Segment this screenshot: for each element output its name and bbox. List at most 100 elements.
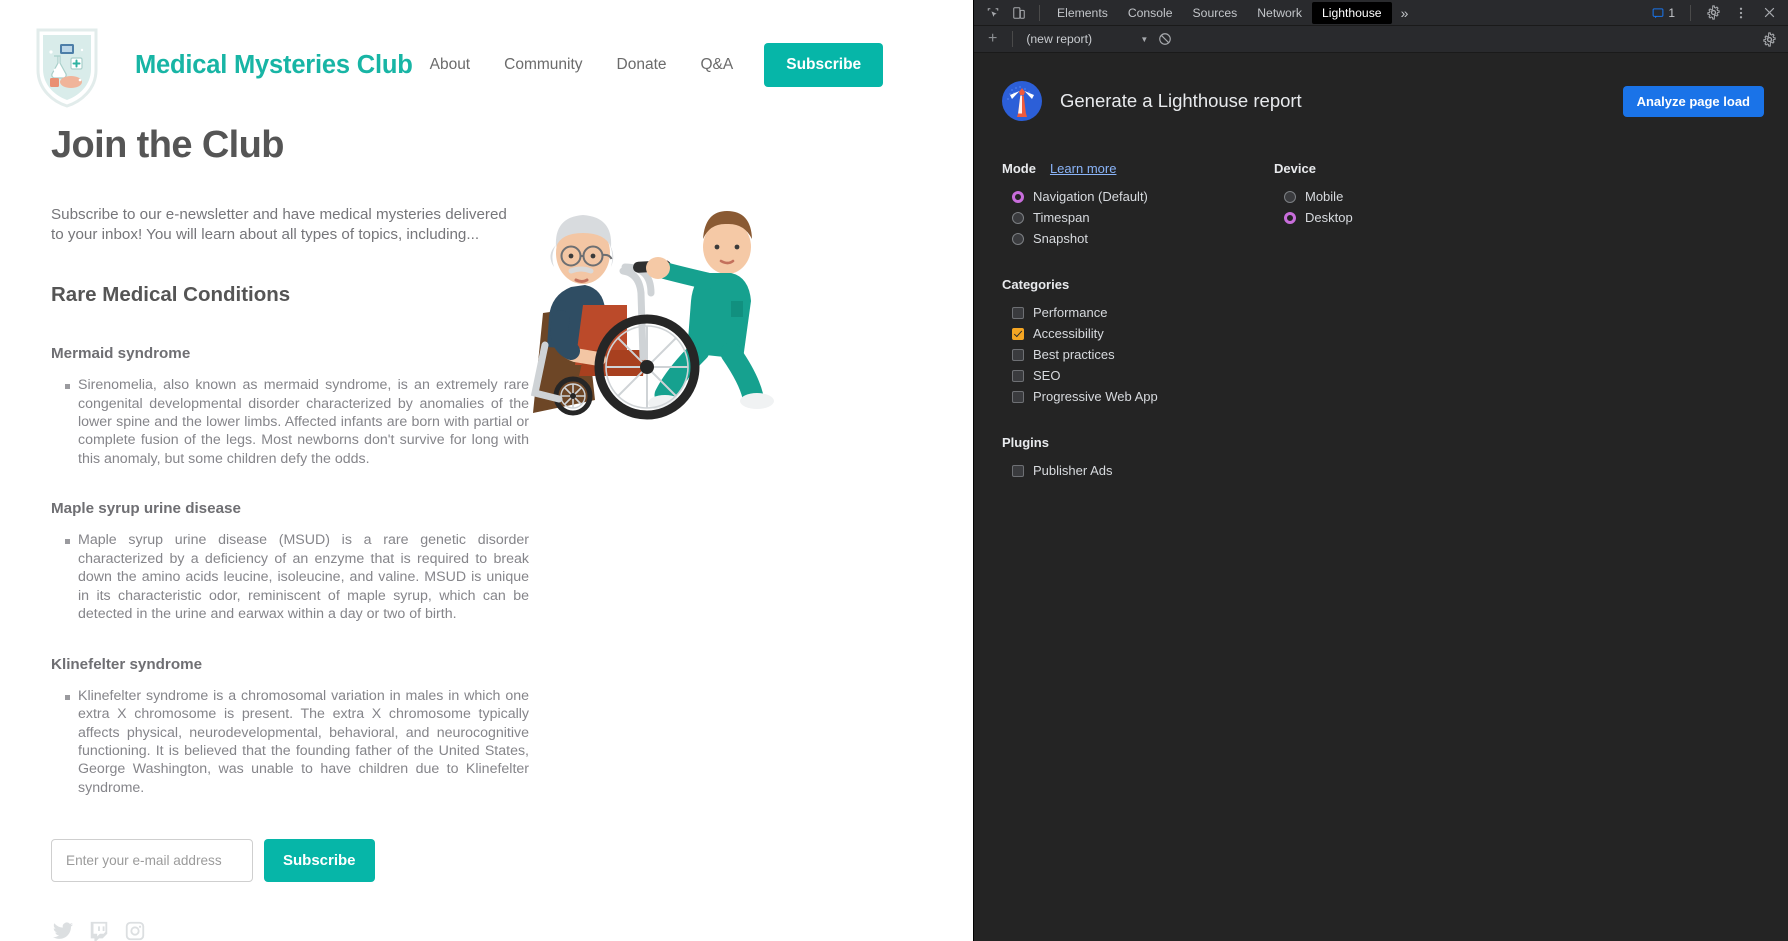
radio-snapshot-icon[interactable] — [1012, 232, 1024, 245]
categories-group: Categories Performance Accessibility Bes… — [1002, 277, 1274, 407]
category-option-performance-label: Performance — [1033, 305, 1108, 320]
lighthouse-title: Generate a Lighthouse report — [1060, 90, 1302, 111]
device-option-desktop-label: Desktop — [1305, 210, 1353, 225]
checkbox-best-practices-icon[interactable] — [1012, 348, 1024, 361]
plugins-group: Plugins Publisher Ads — [1002, 435, 1274, 481]
site-header: Medical Mysteries Club About Community D… — [0, 0, 973, 112]
radio-desktop-icon[interactable] — [1284, 211, 1296, 224]
mode-label-text: Mode — [1002, 161, 1036, 176]
web-page-viewport: Medical Mysteries Club About Community D… — [0, 0, 973, 941]
condition-title-mermaid: Mermaid syndrome — [51, 345, 191, 363]
plugin-option-publisher-ads-label: Publisher Ads — [1033, 463, 1113, 478]
inspect-element-icon[interactable] — [980, 1, 1006, 25]
category-option-best-practices[interactable]: Best practices — [1002, 344, 1274, 365]
condition-list-klinefelter: Klinefelter syndrome is a chromosomal va… — [51, 687, 540, 798]
tab-network[interactable]: Network — [1247, 2, 1312, 24]
mode-option-snapshot-label: Snapshot — [1033, 231, 1088, 246]
device-option-desktop[interactable]: Desktop — [1274, 207, 1514, 228]
category-option-seo-label: SEO — [1033, 368, 1061, 383]
checkbox-seo-icon[interactable] — [1012, 369, 1024, 382]
nav-subscribe-button[interactable]: Subscribe — [764, 43, 884, 87]
toolbar-divider-2 — [1690, 4, 1691, 21]
plugin-option-publisher-ads[interactable]: Publisher Ads — [1002, 460, 1274, 481]
device-option-mobile[interactable]: Mobile — [1274, 186, 1514, 207]
device-group-label: Device — [1274, 161, 1514, 176]
lighthouse-start-view: Generate a Lighthouse report Analyze pag… — [974, 53, 1788, 941]
email-input[interactable] — [51, 839, 253, 883]
list-item: Maple syrup urine disease (MSUD) is a ra… — [65, 531, 529, 623]
condition-list-msud: Maple syrup urine disease (MSUD) is a ra… — [51, 531, 540, 623]
lighthouse-subtoolbar: + (new report) ▼ — [974, 26, 1788, 53]
close-devtools-icon[interactable] — [1756, 1, 1782, 25]
twitter-icon[interactable] — [52, 920, 74, 941]
page-content: Join the Club Subscribe to our e-newslet… — [0, 112, 540, 941]
checkbox-accessibility-icon[interactable] — [1012, 327, 1024, 340]
analyze-page-load-button[interactable]: Analyze page load — [1622, 85, 1764, 117]
more-options-kebab-icon[interactable] — [1728, 1, 1754, 25]
form-subscribe-button[interactable]: Subscribe — [264, 839, 375, 883]
report-selector-label: (new report) — [1026, 32, 1093, 46]
nav-link-about[interactable]: About — [413, 56, 488, 74]
social-links — [52, 920, 540, 941]
page-title: Join the Club — [51, 124, 284, 166]
devtools-toolbar: Elements Console Sources Network Lightho… — [974, 0, 1788, 26]
nav-link-qa[interactable]: Q&A — [684, 56, 751, 74]
categories-group-label: Categories — [1002, 277, 1274, 292]
mode-option-navigation[interactable]: Navigation (Default) — [1002, 186, 1274, 207]
toolbar-right-group: 1 — [1648, 1, 1782, 25]
learn-more-link[interactable]: Learn more — [1050, 161, 1116, 176]
chevron-down-icon: ▼ — [1140, 34, 1149, 44]
tab-console[interactable]: Console — [1118, 2, 1183, 24]
lighthouse-header: Generate a Lighthouse report Analyze pag… — [974, 81, 1788, 121]
lighthouse-logo-icon — [1002, 81, 1042, 121]
radio-timespan-icon[interactable] — [1012, 211, 1024, 224]
brand-logo[interactable] — [30, 22, 104, 108]
mode-option-snapshot[interactable]: Snapshot — [1002, 228, 1274, 249]
mode-option-timespan[interactable]: Timespan — [1002, 207, 1274, 228]
category-option-pwa[interactable]: Progressive Web App — [1002, 386, 1274, 407]
medical-shield-logo-icon — [36, 28, 98, 108]
intro-paragraph: Subscribe to our e-newsletter and have m… — [51, 206, 507, 244]
more-tabs-icon[interactable]: » — [1392, 3, 1418, 23]
report-selector[interactable]: (new report) ▼ — [1020, 32, 1152, 46]
mode-option-navigation-label: Navigation (Default) — [1033, 189, 1148, 204]
subbar-divider — [1012, 31, 1014, 47]
condition-title-klinefelter: Klinefelter syndrome — [51, 655, 203, 673]
category-option-accessibility[interactable]: Accessibility — [1002, 323, 1274, 344]
checkbox-pwa-icon[interactable] — [1012, 390, 1024, 403]
clear-reports-icon[interactable] — [1152, 27, 1178, 51]
nav-link-community[interactable]: Community — [487, 56, 599, 74]
settings-gear-icon[interactable] — [1700, 1, 1726, 25]
tab-elements[interactable]: Elements — [1047, 2, 1118, 24]
lighthouse-settings-gear-icon[interactable] — [1756, 27, 1782, 51]
mode-option-timespan-label: Timespan — [1033, 210, 1090, 225]
tab-sources[interactable]: Sources — [1183, 2, 1248, 24]
category-option-performance[interactable]: Performance — [1002, 302, 1274, 323]
category-option-seo[interactable]: SEO — [1002, 365, 1274, 386]
nav-link-donate[interactable]: Donate — [600, 56, 684, 74]
brand-title[interactable]: Medical Mysteries Club — [135, 51, 413, 80]
message-icon — [1652, 7, 1664, 18]
checkbox-publisher-ads-icon[interactable] — [1012, 464, 1024, 477]
wheelchair-illustration — [525, 195, 825, 445]
radio-navigation-icon[interactable] — [1012, 190, 1024, 203]
subscribe-form: Subscribe — [51, 839, 540, 883]
list-item: Klinefelter syndrome is a chromosomal va… — [65, 687, 529, 798]
tab-lighthouse[interactable]: Lighthouse — [1311, 1, 1392, 24]
mode-group-label: Mode Learn more — [1002, 161, 1274, 176]
message-count-badge[interactable]: 1 — [1648, 5, 1681, 21]
devtools-panel: Elements Console Sources Network Lightho… — [973, 0, 1788, 941]
radio-mobile-icon[interactable] — [1284, 190, 1296, 203]
instagram-icon[interactable] — [124, 920, 146, 941]
plugins-group-label: Plugins — [1002, 435, 1274, 450]
toolbar-divider — [1039, 4, 1040, 21]
section-title: Rare Medical Conditions — [51, 283, 291, 307]
category-option-pwa-label: Progressive Web App — [1033, 389, 1158, 404]
category-option-best-practices-label: Best practices — [1033, 347, 1115, 362]
new-report-add-icon[interactable]: + — [980, 30, 1005, 48]
twitch-icon[interactable] — [88, 920, 110, 941]
device-option-mobile-label: Mobile — [1305, 189, 1344, 204]
device-toolbar-icon[interactable] — [1006, 1, 1032, 25]
main-navigation: About Community Donate Q&A Subscribe — [413, 43, 973, 87]
checkbox-performance-icon[interactable] — [1012, 306, 1024, 319]
